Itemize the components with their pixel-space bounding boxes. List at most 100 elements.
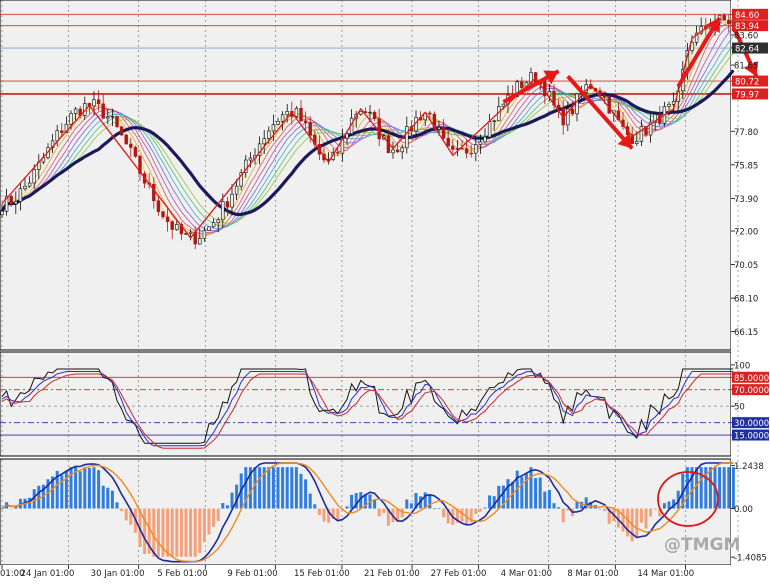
candle-body [395,149,400,153]
candle-body [234,185,239,195]
candle-body [469,152,473,155]
histogram-bar [106,487,110,509]
candle-body [336,152,340,154]
candle-body [372,111,377,119]
histogram-bar [299,473,303,509]
candle-body [18,188,23,202]
axis-tick-label: 1.2438 [734,462,764,472]
candle-body [727,19,731,24]
candle-body [32,169,36,184]
histogram-bar [685,467,689,509]
histogram-bar [198,508,202,553]
brand-watermark: @TMGM [664,535,740,555]
histogram-bar [207,508,211,535]
histogram-bar [488,495,492,509]
candle-body [667,103,671,107]
time-tick-label: 14 Mar 01:00 [637,569,694,579]
candle-body [437,127,441,130]
histogram-bar [285,467,289,509]
histogram-bar [437,508,441,509]
histogram-bar [179,508,183,557]
histogram-bar [442,508,446,518]
histogram-bar [37,485,41,509]
histogram-bar [547,489,551,509]
histogram-bar [281,467,285,509]
histogram-bar [653,508,657,510]
candle-body [308,122,312,136]
histogram-bar [253,467,257,509]
histogram-bar [603,508,607,512]
candle-body [225,201,230,208]
histogram-bar [212,508,216,527]
histogram-bar [428,495,432,509]
histogram-bar [727,467,731,509]
histogram-bar [538,477,542,509]
histogram-bar [336,508,340,521]
histogram-bar [534,478,538,509]
histogram-bar [483,507,487,509]
candle-body [170,221,174,230]
candle-body [9,195,13,205]
candle-body [198,238,202,245]
candle-body [441,127,446,139]
candle-body [175,224,179,230]
candle-body [639,126,644,142]
candle-body [607,96,611,114]
trading-chart-window: 84.6083.9483.60 82.64 81.65 80.72 79.97 77.80… [0,0,770,580]
histogram-bar [304,479,308,509]
histogram-bar [78,471,82,509]
histogram-bar [267,467,271,509]
level-tag-label: 15.0000 [734,432,769,442]
histogram-bar [74,467,78,509]
histogram-bar [432,508,436,510]
histogram-bar [382,508,386,513]
time-tick-label: 5 Feb 01:00 [157,569,207,579]
candle-body [556,104,561,109]
candle-body [280,114,285,122]
histogram-bar [649,508,653,517]
axis-tick-label: 68.10 [734,295,758,305]
candle-body [368,111,372,114]
histogram-bar [598,508,602,510]
histogram-bar [317,508,321,516]
candle-body [276,121,280,125]
histogram-bar [225,505,229,509]
candle-body [27,182,32,187]
candle-body [216,219,220,223]
histogram-bar [635,508,639,538]
axis-tick-label: 70.05 [734,261,758,271]
time-tick-label: 8 Mar 01:00 [567,569,618,579]
candle-body [248,157,253,161]
candle-body [221,201,225,221]
axis-tick-label: 0.00 [734,505,753,515]
histogram-bar [101,485,105,509]
histogram-bar [64,470,68,509]
axis-tick-label: 66.15 [734,328,758,338]
candle-body [483,136,487,143]
histogram-bar [184,508,188,557]
histogram-bar [460,508,464,522]
histogram-bar [520,476,524,509]
histogram-bar [290,467,294,509]
candle-body [602,95,607,98]
histogram-bar [373,499,377,509]
time-tick-label: 21 Feb 01:00 [364,569,420,579]
candle-body [451,145,455,150]
candle-body [464,148,469,154]
candle-body [73,108,78,114]
time-tick-label: 4 Mar 01:00 [501,569,552,579]
histogram-bar [97,470,101,509]
candle-body [161,211,165,218]
histogram-bar [202,508,206,542]
time-tick-label: 15 Feb 01:00 [294,569,350,579]
level-tag-label: 70.0000 [734,386,769,396]
price-tag-label: 82.64 [735,45,759,55]
candle-body [14,201,18,205]
axis-tick-label: 50 [734,403,745,413]
candle-body [207,226,211,231]
histogram-bar [552,503,556,509]
histogram-bar [271,467,275,509]
price-tag-label: 83.94 [735,22,759,32]
histogram-bar [350,494,354,509]
candle-body [722,14,726,21]
